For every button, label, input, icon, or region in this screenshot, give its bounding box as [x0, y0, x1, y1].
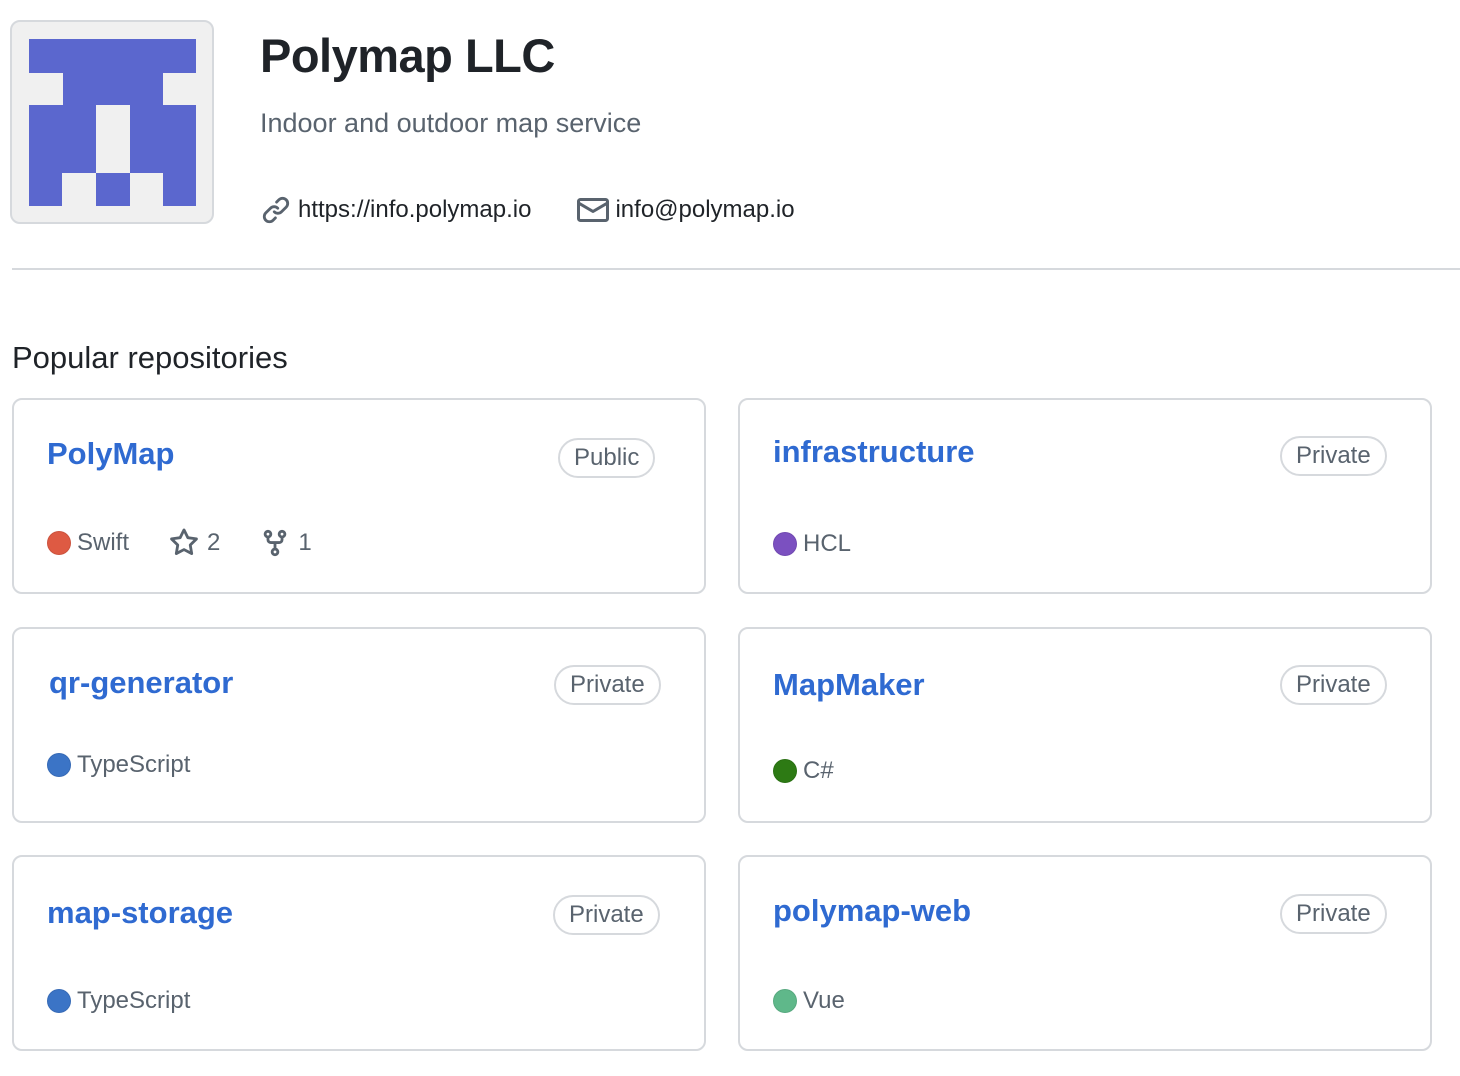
star-icon	[170, 528, 198, 556]
language-label: TypeScript	[77, 751, 191, 778]
repo-card: MapMaker Private C#	[738, 627, 1432, 823]
visibility-badge: Private	[554, 665, 661, 705]
stars-link[interactable]: 2	[169, 528, 220, 558]
visibility-badge: Private	[1280, 894, 1387, 934]
repo-meta: TypeScript	[47, 987, 190, 1015]
language-color-dot	[47, 989, 71, 1013]
repo-name-link[interactable]: PolyMap	[47, 436, 174, 472]
language-label: Swift	[77, 529, 130, 556]
section-title: Popular repositories	[12, 340, 288, 375]
language-label: TypeScript	[77, 987, 191, 1014]
visibility-badge: Private	[553, 895, 660, 935]
language-label: HCL	[803, 530, 852, 557]
link-icon	[260, 194, 292, 226]
visibility-badge: Public	[558, 438, 656, 478]
forks-link[interactable]: 1	[260, 528, 312, 558]
header-divider	[12, 268, 1460, 270]
language-color-dot	[47, 531, 71, 555]
repo-meta: C#	[773, 757, 834, 785]
repo-card: infrastructure Private HCL	[738, 398, 1432, 594]
org-name: Polymap LLC	[260, 29, 555, 82]
repo-name-link[interactable]: polymap-web	[773, 893, 971, 929]
repo-meta: Swift 2 1	[47, 528, 312, 558]
org-logo-icon	[29, 39, 196, 206]
repo-name-link[interactable]: map-storage	[47, 895, 233, 931]
repo-card: polymap-web Private Vue	[738, 855, 1432, 1051]
repo-card: PolyMap Public Swift 2 1	[12, 398, 706, 594]
email-link[interactable]: info@polymap.io	[577, 194, 795, 226]
language-label: Vue	[803, 987, 845, 1014]
mail-icon	[577, 194, 610, 226]
org-links: https://info.polymap.io info@polymap.io	[260, 194, 795, 226]
repo-meta: TypeScript	[47, 751, 190, 779]
language-color-dot	[773, 532, 797, 556]
forks-count: 1	[298, 529, 312, 556]
org-avatar	[10, 20, 214, 224]
repo-card: qr-generator Private TypeScript	[12, 627, 706, 823]
website-link[interactable]: https://info.polymap.io	[260, 194, 531, 226]
website-text: https://info.polymap.io	[298, 196, 532, 223]
fork-icon	[264, 529, 287, 557]
org-description: Indoor and outdoor map service	[260, 108, 642, 138]
stars-count: 2	[207, 529, 221, 556]
repo-name-link[interactable]: qr-generator	[49, 665, 233, 701]
visibility-badge: Private	[1280, 436, 1387, 476]
repo-card: map-storage Private TypeScript	[12, 855, 706, 1051]
email-text: info@polymap.io	[615, 196, 795, 223]
repo-meta: Vue	[773, 987, 845, 1015]
visibility-badge: Private	[1280, 665, 1387, 705]
repo-meta: HCL	[773, 530, 851, 558]
language-label: C#	[803, 757, 834, 784]
language-color-dot	[47, 753, 71, 777]
repo-name-link[interactable]: MapMaker	[773, 667, 925, 703]
language-color-dot	[773, 989, 797, 1013]
repo-name-link[interactable]: infrastructure	[773, 434, 975, 470]
language-color-dot	[773, 759, 797, 783]
